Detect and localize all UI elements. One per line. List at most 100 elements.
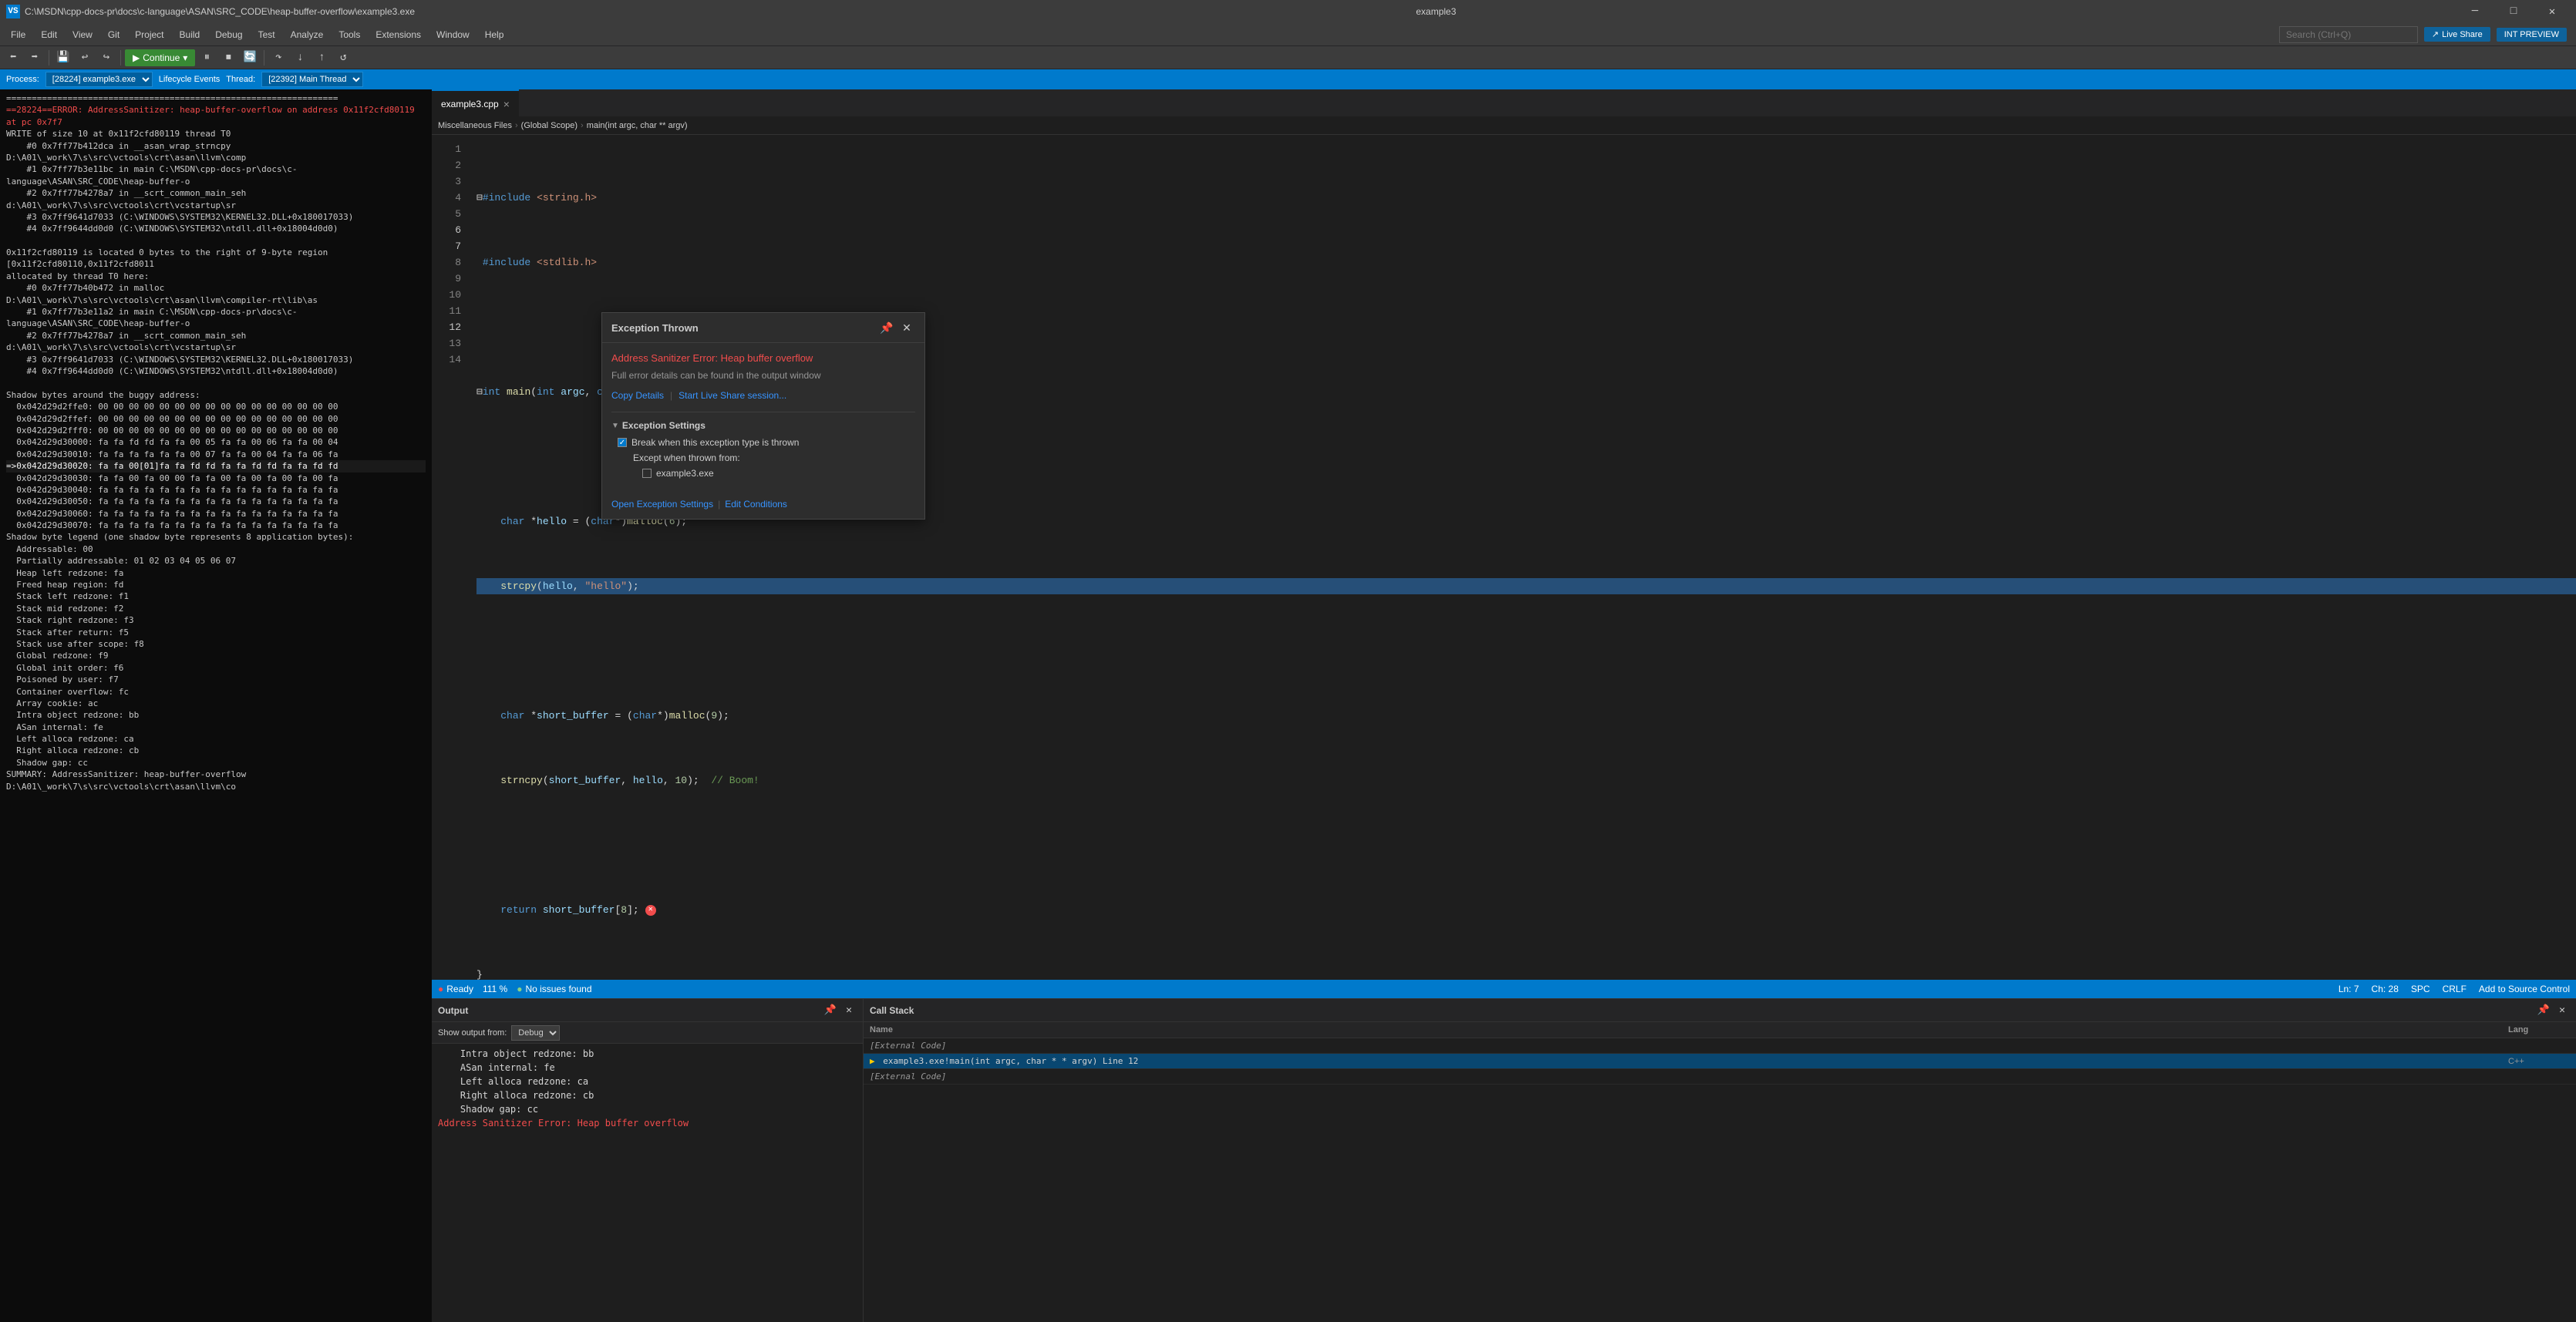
output-panel-header: Output 📌 ✕ bbox=[432, 999, 863, 1022]
exception-links: Copy Details | Start Live Share session.… bbox=[611, 390, 915, 401]
settings-triangle-icon: ▼ bbox=[611, 422, 619, 430]
add-source-control[interactable]: Add to Source Control bbox=[2479, 984, 2570, 994]
line-num-13: 13 bbox=[435, 335, 467, 352]
output-close-button[interactable]: ✕ bbox=[841, 1003, 857, 1018]
code-line-11 bbox=[476, 837, 2576, 853]
break-when-checkbox[interactable]: ✓ bbox=[618, 438, 627, 447]
save-button[interactable]: 💾 bbox=[53, 49, 73, 66]
callstack-row-1[interactable]: ▶ example3.exe!main(int argc, char * * a… bbox=[864, 1054, 2576, 1069]
minimize-button[interactable]: ─ bbox=[2457, 0, 2493, 23]
terminal-shadow-0: 0x042d29d2ffe0: 00 00 00 00 00 00 00 00 … bbox=[6, 401, 426, 412]
line-num-11: 11 bbox=[435, 303, 467, 319]
terminal-legend-shadow-gap: Shadow gap: cc bbox=[6, 757, 426, 769]
forward-button[interactable]: ➡ bbox=[25, 49, 45, 66]
menu-view[interactable]: View bbox=[65, 26, 100, 43]
breadcrumb-scope[interactable]: (Global Scope) bbox=[521, 121, 577, 130]
redo-button[interactable]: ↪ bbox=[96, 49, 116, 66]
menu-edit[interactable]: Edit bbox=[33, 26, 65, 43]
copy-details-link[interactable]: Copy Details bbox=[611, 390, 664, 401]
terminal-frame-2: #2 0x7ff77b4278a7 in __scrt_common_main_… bbox=[6, 187, 426, 211]
maximize-button[interactable]: □ bbox=[2496, 0, 2531, 23]
pause-button[interactable]: ⏸ bbox=[197, 49, 217, 66]
continue-button[interactable]: ▶ Continue ▾ bbox=[125, 49, 195, 66]
exception-footer: Open Exception Settings | Edit Condition… bbox=[602, 493, 924, 519]
exception-pin-button[interactable]: 📌 bbox=[878, 319, 895, 336]
exception-body: Address Sanitizer Error: Heap buffer ove… bbox=[602, 343, 924, 493]
terminal-frame-4: #4 0x7ff9644dd0d0 (C:\WINDOWS\SYSTEM32\n… bbox=[6, 223, 426, 234]
menu-window[interactable]: Window bbox=[429, 26, 477, 43]
zoom-status[interactable]: 111 % bbox=[483, 984, 507, 994]
terminal-shadow-3: 0x042d29d30000: fa fa fd fd fa fa 00 05 … bbox=[6, 436, 426, 448]
breadcrumb-func[interactable]: main(int argc, char ** argv) bbox=[587, 121, 688, 130]
output-line-asan: ASan internal: fe bbox=[438, 1061, 857, 1075]
line-num-10: 10 bbox=[435, 287, 467, 303]
breadcrumb-files[interactable]: Miscellaneous Files bbox=[438, 121, 512, 130]
menu-analyze[interactable]: Analyze bbox=[283, 26, 332, 43]
close-button[interactable]: ✕ bbox=[2534, 0, 2570, 23]
exception-close-button[interactable]: ✕ bbox=[898, 319, 915, 336]
ln-status[interactable]: Ln: 7 bbox=[2339, 984, 2359, 994]
thread-select[interactable]: [22392] Main Thread bbox=[261, 72, 363, 87]
step-into-button[interactable]: ↓ bbox=[290, 49, 310, 66]
int-preview-button[interactable]: INT PREVIEW bbox=[2497, 28, 2567, 42]
menu-debug[interactable]: Debug bbox=[207, 26, 250, 43]
callstack-row-1-name: ▶ example3.exe!main(int argc, char * * a… bbox=[870, 1056, 2508, 1066]
stop-button[interactable]: ⏹ bbox=[218, 49, 238, 66]
process-select[interactable]: [28224] example3.exe bbox=[45, 72, 153, 87]
issues-status[interactable]: ● No issues found bbox=[517, 984, 591, 994]
terminal-alloc-3: #3 0x7ff9641d7033 (C:\WINDOWS\SYSTEM32\K… bbox=[6, 354, 426, 365]
callstack-pin-button[interactable]: 📌 bbox=[2536, 1003, 2551, 1018]
process-bar: Process: [28224] example3.exe Lifecycle … bbox=[0, 69, 2576, 89]
ch-status[interactable]: Ch: 28 bbox=[2372, 984, 2399, 994]
terminal-panel: ========================================… bbox=[0, 89, 432, 1322]
callstack-close-button[interactable]: ✕ bbox=[2554, 1003, 2570, 1018]
menu-test[interactable]: Test bbox=[251, 26, 283, 43]
terminal-located: 0x11f2cfd80119 is located 0 bytes to the… bbox=[6, 247, 426, 271]
search-input[interactable] bbox=[2279, 26, 2418, 43]
output-content: Intra object redzone: bb ASan internal: … bbox=[432, 1044, 863, 1322]
spc-label: SPC bbox=[2411, 984, 2430, 994]
menu-git[interactable]: Git bbox=[100, 26, 127, 43]
menu-file[interactable]: File bbox=[3, 26, 33, 43]
example-exe-checkbox[interactable] bbox=[642, 469, 652, 478]
restart-button[interactable]: 🔄 bbox=[240, 49, 260, 66]
terminal-frame-1: #1 0x7ff77b3e11bc in main C:\MSDN\cpp-do… bbox=[6, 163, 426, 187]
status-right: Ln: 7 Ch: 28 SPC CRLF Add to Source Cont… bbox=[2339, 984, 2570, 994]
output-line-left-alloca: Left alloca redzone: ca bbox=[438, 1075, 857, 1088]
crlf-status[interactable]: CRLF bbox=[2443, 984, 2467, 994]
break-when-row: ✓ Break when this exception type is thro… bbox=[611, 437, 915, 448]
terminal-error-line: ==28224==ERROR: AddressSanitizer: heap-b… bbox=[6, 104, 426, 128]
terminal-legend-stack-left: Stack left redzone: f1 bbox=[6, 590, 426, 602]
menu-build[interactable]: Build bbox=[172, 26, 208, 43]
menu-tools[interactable]: Tools bbox=[331, 26, 368, 43]
callstack-row-2[interactable]: [External Code] bbox=[864, 1069, 2576, 1085]
title-bar-left: VS C:\MSDN\cpp-docs-pr\docs\c-language\A… bbox=[6, 5, 415, 19]
ready-label: Ready bbox=[446, 984, 473, 994]
tab-close-button[interactable]: × bbox=[503, 98, 510, 110]
terminal-legend-intra: Intra object redzone: bb bbox=[6, 709, 426, 721]
start-live-share-link[interactable]: Start Live Share session... bbox=[679, 390, 786, 401]
tab-example3[interactable]: example3.cpp × bbox=[432, 89, 519, 116]
back-button[interactable]: ⬅ bbox=[3, 49, 23, 66]
output-pin-button[interactable]: 📌 bbox=[823, 1003, 838, 1018]
undo-button[interactable]: ↩ bbox=[75, 49, 95, 66]
exception-link-sep: | bbox=[670, 390, 672, 401]
terminal-frame-3: #3 0x7ff9641d7033 (C:\WINDOWS\SYSTEM32\K… bbox=[6, 211, 426, 223]
callstack-row-0[interactable]: [External Code] bbox=[864, 1038, 2576, 1054]
callstack-panel-title: Call Stack bbox=[870, 1005, 914, 1016]
open-exception-settings-link[interactable]: Open Exception Settings bbox=[611, 499, 713, 510]
step-back-button[interactable]: ↺ bbox=[333, 49, 353, 66]
terminal-legend-stack-mid: Stack mid redzone: f2 bbox=[6, 603, 426, 614]
ch-label: Ch: 28 bbox=[2372, 984, 2399, 994]
live-share-button[interactable]: ↗ Live Share bbox=[2424, 27, 2490, 42]
step-over-button[interactable]: ↷ bbox=[268, 49, 288, 66]
code-content[interactable]: ⊟#include <string.h> #include <stdlib.h>… bbox=[470, 135, 2576, 980]
edit-conditions-link[interactable]: Edit Conditions bbox=[725, 499, 787, 510]
output-source-select[interactable]: Debug bbox=[511, 1025, 560, 1041]
menu-help[interactable]: Help bbox=[477, 26, 512, 43]
spc-status[interactable]: SPC bbox=[2411, 984, 2430, 994]
menu-project[interactable]: Project bbox=[127, 26, 171, 43]
menu-extensions[interactable]: Extensions bbox=[368, 26, 429, 43]
step-out-button[interactable]: ↑ bbox=[311, 49, 332, 66]
example-exe-label: example3.exe bbox=[656, 468, 714, 479]
